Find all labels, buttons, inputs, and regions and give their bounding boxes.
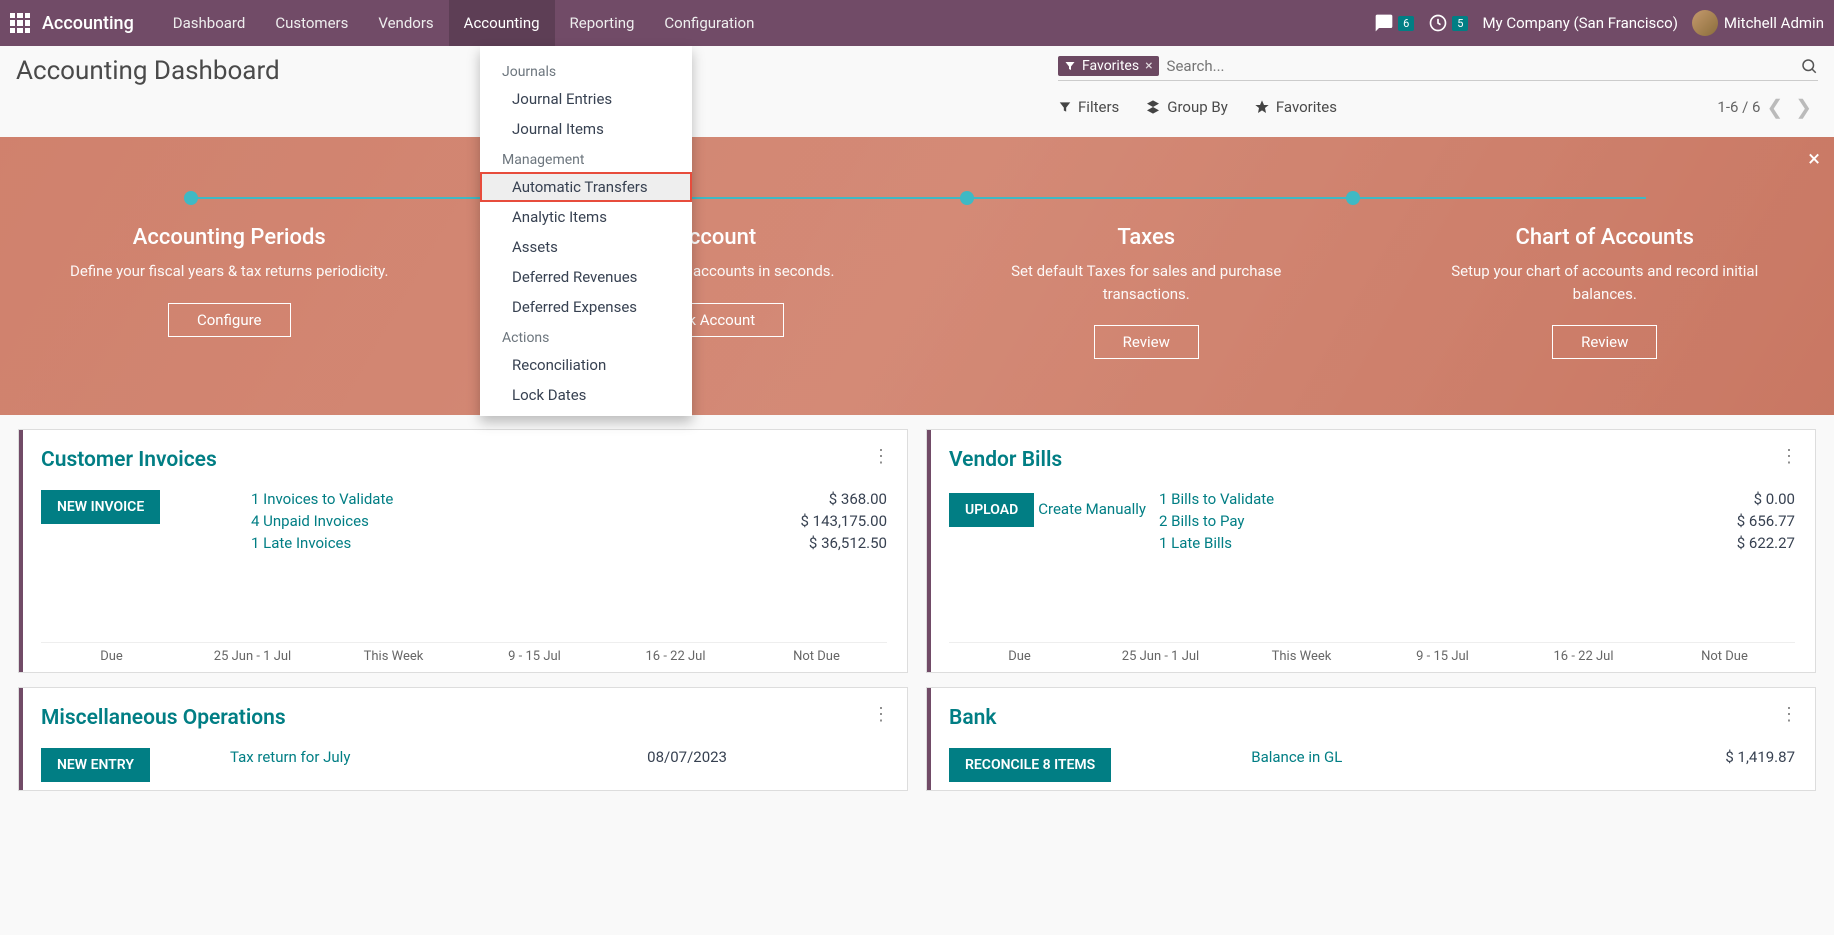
menu-deferred-expenses[interactable]: Deferred Expenses (480, 292, 692, 322)
banner-close-icon[interactable]: × (1808, 147, 1820, 172)
tax-return-link[interactable]: Tax return for July (150, 748, 647, 782)
tax-return-date: 08/07/2023 (647, 748, 887, 782)
menu-deferred-revenues[interactable]: Deferred Revenues (480, 262, 692, 292)
review-taxes-button[interactable]: Review (1094, 325, 1199, 359)
bank-card: ⋮ Bank RECONCILE 8 ITEMS Balance in GL $… (926, 687, 1816, 791)
customer-invoices-card: ⋮ Customer Invoices NEW INVOICE 1 Invoic… (18, 429, 908, 673)
metric-link[interactable]: 4 Unpaid Invoices (251, 512, 369, 530)
banner-step-coa: Chart of Accounts Setup your chart of ac… (1376, 137, 1834, 415)
chip-remove-icon[interactable]: × (1145, 58, 1152, 74)
onboarding-banner: × Accounting Periods Define your fiscal … (0, 137, 1834, 415)
activities-badge: 5 (1452, 16, 1468, 31)
dropdown-section-journals: Journals (480, 56, 692, 84)
search-chip-favorites[interactable]: Favorites × (1058, 56, 1159, 76)
new-invoice-button[interactable]: NEW INVOICE (41, 490, 160, 524)
user-name: Mitchell Admin (1724, 14, 1824, 32)
search-area: Favorites × Filters Group By Favorites 1… (1058, 56, 1818, 119)
search-icon[interactable] (1800, 57, 1818, 75)
avatar (1692, 10, 1718, 36)
filters-button[interactable]: Filters (1058, 98, 1119, 116)
card-title[interactable]: Miscellaneous Operations (41, 706, 887, 730)
card-title[interactable]: Bank (949, 706, 1795, 730)
review-coa-button[interactable]: Review (1552, 325, 1657, 359)
menu-analytic-items[interactable]: Analytic Items (480, 202, 692, 232)
star-icon (1254, 99, 1270, 115)
menu-lock-dates[interactable]: Lock Dates (480, 380, 692, 410)
card-menu-icon[interactable]: ⋮ (872, 704, 891, 725)
nav-configuration[interactable]: Configuration (649, 0, 769, 46)
pager: 1-6 / 6 ❮ ❯ (1717, 95, 1818, 119)
groupby-button[interactable]: Group By (1145, 98, 1228, 116)
card-menu-icon[interactable]: ⋮ (1780, 446, 1799, 467)
nav-dashboard[interactable]: Dashboard (158, 0, 261, 46)
page-title: Accounting Dashboard (16, 56, 280, 86)
balance-value: $ 1,419.87 (1725, 748, 1795, 782)
card-menu-icon[interactable]: ⋮ (1780, 704, 1799, 725)
activities-button[interactable]: 5 (1428, 13, 1468, 33)
menu-reconciliation[interactable]: Reconciliation (480, 350, 692, 380)
apps-icon[interactable] (10, 13, 30, 33)
new-entry-button[interactable]: NEW ENTRY (41, 748, 150, 782)
create-manually-link[interactable]: Create Manually (1038, 500, 1146, 518)
nav-accounting[interactable]: Accounting (449, 0, 555, 46)
metric-link[interactable]: 1 Late Invoices (251, 534, 351, 552)
upload-button[interactable]: UPLOAD (949, 493, 1034, 527)
favorites-button[interactable]: Favorites (1254, 98, 1337, 116)
pager-prev[interactable]: ❮ (1760, 95, 1789, 119)
company-switcher[interactable]: My Company (San Francisco) (1482, 14, 1677, 32)
nav-customers[interactable]: Customers (260, 0, 363, 46)
menu-journal-items[interactable]: Journal Items (480, 114, 692, 144)
control-row: Accounting Dashboard Favorites × Filters… (0, 46, 1834, 119)
search-box: Favorites × (1058, 56, 1818, 81)
messages-badge: 6 (1398, 16, 1414, 31)
customer-chart (41, 568, 887, 643)
layers-icon (1145, 99, 1161, 115)
metric-link[interactable]: 1 Invoices to Validate (251, 490, 393, 508)
chat-icon (1374, 13, 1394, 33)
funnel-icon (1058, 100, 1072, 114)
metric-link[interactable]: 1 Bills to Validate (1159, 490, 1274, 508)
search-input[interactable] (1167, 57, 1800, 75)
cards-row-1: ⋮ Customer Invoices NEW INVOICE 1 Invoic… (0, 415, 1834, 673)
card-menu-icon[interactable]: ⋮ (872, 446, 891, 467)
pager-next[interactable]: ❯ (1789, 95, 1818, 119)
menu-journal-entries[interactable]: Journal Entries (480, 84, 692, 114)
filter-row: Filters Group By Favorites 1-6 / 6 ❮ ❯ (1058, 95, 1818, 119)
metric-link[interactable]: 1 Late Bills (1159, 534, 1232, 552)
dropdown-section-actions: Actions (480, 322, 692, 350)
vendor-bills-card: ⋮ Vendor Bills UPLOAD Create Manually 1 … (926, 429, 1816, 673)
nav-reporting[interactable]: Reporting (555, 0, 650, 46)
banner-step-taxes: Taxes Set default Taxes for sales and pu… (917, 137, 1376, 415)
nav-vendors[interactable]: Vendors (363, 0, 448, 46)
chart-labels: Due 25 Jun - 1 Jul This Week 9 - 15 Jul … (41, 649, 887, 664)
clock-icon (1428, 13, 1448, 33)
card-title[interactable]: Customer Invoices (41, 448, 887, 472)
accounting-dropdown: Journals Journal Entries Journal Items M… (480, 46, 692, 416)
misc-operations-card: ⋮ Miscellaneous Operations NEW ENTRY Tax… (18, 687, 908, 791)
chart-labels: Due 25 Jun - 1 Jul This Week 9 - 15 Jul … (949, 649, 1795, 664)
banner-step-periods: Accounting Periods Define your fiscal ye… (0, 137, 459, 415)
funnel-icon (1064, 60, 1076, 72)
reconcile-button[interactable]: RECONCILE 8 ITEMS (949, 748, 1111, 782)
pager-text: 1-6 / 6 (1717, 98, 1760, 116)
dropdown-section-management: Management (480, 144, 692, 172)
brand: Accounting (42, 13, 134, 34)
user-menu[interactable]: Mitchell Admin (1692, 10, 1824, 36)
card-title[interactable]: Vendor Bills (949, 448, 1795, 472)
menu-assets[interactable]: Assets (480, 232, 692, 262)
topnav: Accounting Dashboard Customers Vendors A… (0, 0, 1834, 46)
vendor-chart (949, 568, 1795, 643)
balance-link[interactable]: Balance in GL (1111, 748, 1725, 782)
cards-row-2: ⋮ Miscellaneous Operations NEW ENTRY Tax… (0, 673, 1834, 791)
messages-button[interactable]: 6 (1374, 13, 1414, 33)
menu-automatic-transfers[interactable]: Automatic Transfers (480, 172, 692, 202)
metric-link[interactable]: 2 Bills to Pay (1159, 512, 1244, 530)
configure-button[interactable]: Configure (168, 303, 291, 337)
